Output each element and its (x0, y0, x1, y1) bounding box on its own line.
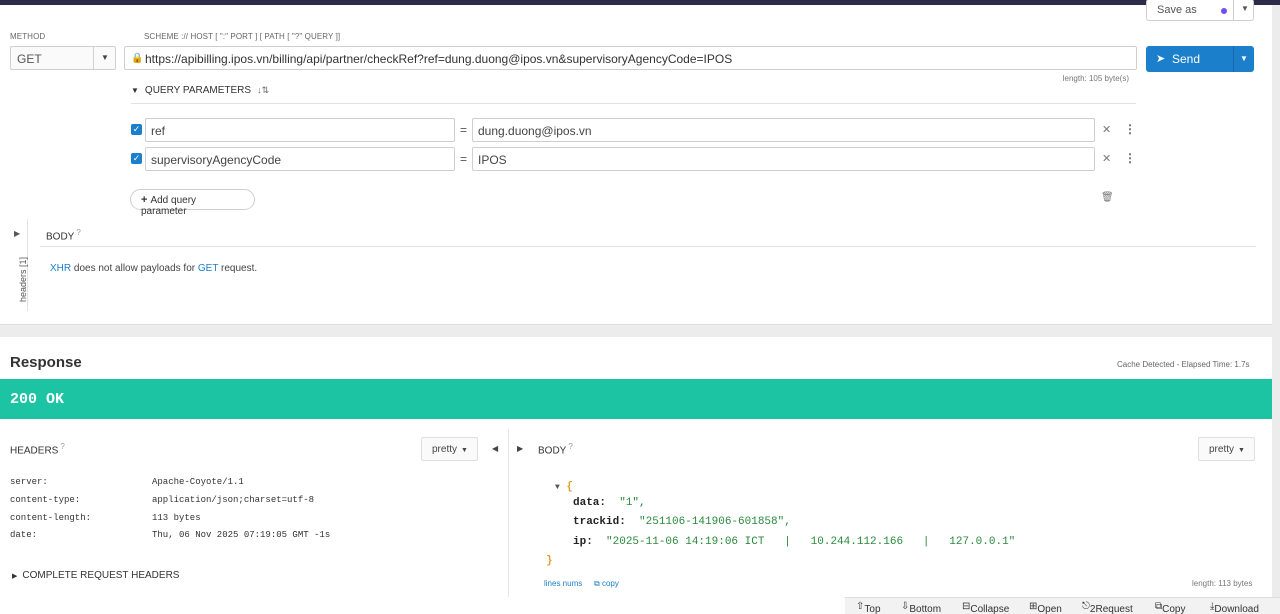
header-key: content-length: (10, 513, 92, 523)
sort-icon[interactable]: ↓⇅ (257, 85, 269, 95)
equals-sign: = (460, 123, 468, 137)
json-close: } (546, 555, 553, 567)
send-label: Send (1172, 52, 1201, 66)
add-param-label: Add query parameter (141, 195, 197, 217)
param-value-input[interactable]: IPOS (472, 147, 1095, 171)
json-collapse-icon[interactable]: ▼ (555, 483, 560, 492)
status-dot-icon (1221, 8, 1227, 14)
copy-icon: ⧉ (594, 579, 600, 588)
send-options-chevron-icon[interactable]: ▼ (1240, 54, 1248, 63)
json-open[interactable]: ▼ { (555, 481, 573, 493)
header-key: date: (10, 530, 38, 540)
divider (40, 246, 1256, 247)
line-numbers-toggle[interactable]: lines nums (544, 579, 582, 588)
headers-pretty-dropdown[interactable]: pretty ▼ (421, 437, 478, 461)
query-params-label: QUERY PARAMETERS (144, 85, 252, 96)
download-button[interactable]: ⤓ Download (1210, 601, 1259, 614)
url-input[interactable]: 🔒 https://apibilling.ipos.vn/billing/api… (124, 46, 1137, 70)
help-icon[interactable]: ? (76, 228, 80, 237)
bottom-button[interactable]: ⇩ Bottom (901, 601, 941, 614)
param-name-input[interactable]: ref (145, 118, 455, 142)
param-enabled-checkbox[interactable]: ✓ (131, 153, 142, 164)
url-value: https://apibilling.ipos.vn/billing/api/p… (145, 52, 733, 66)
add-query-parameter-button[interactable]: + Add query parameter (130, 189, 255, 217)
more-options-icon[interactable]: ⋮ (1124, 122, 1136, 136)
remove-param-icon[interactable]: ✕ (1102, 123, 1111, 136)
url-length-note: length: 105 byte(s) (1062, 74, 1129, 83)
param-value-input[interactable]: dung.duong@ipos.vn (472, 118, 1095, 142)
top-button[interactable]: ⇧ Top (856, 601, 881, 614)
query-params-toggle[interactable]: ▼ QUERY PARAMETERS ↓⇅ (131, 85, 269, 96)
equals-sign: = (460, 152, 468, 166)
request-panel: METHOD SCHEME :// HOST [ ":" PORT ] [ PA… (0, 0, 1272, 325)
to-request-button[interactable]: ⎋ 2Request (1082, 601, 1133, 614)
save-as-label: Save as (1157, 4, 1197, 16)
caret-right-icon: ▶ (12, 573, 18, 580)
query-param-row: ✓ supervisoryAgencyCode = IPOS ✕ ⋮ (131, 147, 1141, 171)
method-label: METHOD (10, 32, 46, 41)
body-length-note: length: 113 bytes (1192, 579, 1253, 588)
response-headers-label: HEADERS? (10, 442, 65, 457)
request-body-label: BODY? (46, 228, 81, 243)
collapse-right-icon[interactable]: ▶ (517, 444, 523, 453)
remove-param-icon[interactable]: ✕ (1102, 152, 1111, 165)
header-value: Thu, 06 Nov 2025 07:19:05 GMT -1s (152, 530, 331, 540)
status-text: 200 OK (10, 391, 65, 408)
help-icon[interactable]: ? (568, 442, 572, 451)
divider (131, 103, 1136, 104)
chevron-down-icon: ▼ (461, 447, 468, 454)
chevron-down-icon[interactable]: ▼ (1241, 4, 1249, 13)
chevron-down-icon: ▼ (1238, 447, 1245, 454)
response-panel: Response Cache Detected - Elapsed Time: … (0, 337, 1272, 614)
cache-note: Cache Detected - Elapsed Time: 1.7s (1117, 360, 1250, 369)
method-value: GET (17, 52, 42, 66)
header-value: 113 bytes (152, 513, 201, 523)
caret-down-icon: ▼ (131, 86, 139, 95)
response-body-label: BODY? (538, 442, 573, 457)
caret-right-icon: ▶ (14, 229, 21, 238)
lock-icon: 🔒 (131, 53, 144, 64)
copy-button[interactable]: ⧉ Copy (1155, 601, 1186, 614)
bottom-toolbar: ⇧ Top ⇩ Bottom ⊟ Collapse ⊞ Open ⎋ 2Requ… (845, 597, 1280, 614)
trash-icon[interactable]: 🗑 (1101, 192, 1114, 203)
body-pretty-dropdown[interactable]: pretty ▼ (1198, 437, 1255, 461)
copy-body-link[interactable]: ⧉ copy (594, 579, 619, 589)
scheme-label: SCHEME :// HOST [ ":" PORT ] [ PATH [ "?… (144, 32, 341, 41)
send-button[interactable]: ➤ Send ▼ (1146, 46, 1254, 72)
query-param-row: ✓ ref = dung.duong@ipos.vn ✕ ⋮ (131, 118, 1141, 142)
send-arrow-icon: ➤ (1156, 53, 1166, 65)
plus-icon: + (141, 194, 148, 206)
param-enabled-checkbox[interactable]: ✓ (131, 124, 142, 135)
headers-side-label: headers [1] (18, 256, 28, 302)
json-field: data: "1", (573, 497, 646, 509)
xhr-note: XHR does not allow payloads for GET requ… (50, 263, 258, 274)
more-options-icon[interactable]: ⋮ (1124, 151, 1136, 165)
complete-request-headers-toggle[interactable]: ▶ COMPLETE REQUEST HEADERS (12, 570, 179, 581)
response-title: Response (10, 354, 82, 371)
header-value: Apache-Coyote/1.1 (152, 477, 244, 487)
collapse-button[interactable]: ⊟ Collapse (962, 601, 1009, 614)
method-select[interactable]: GET ▼ (10, 46, 116, 70)
status-bar: 200 OK (0, 379, 1272, 419)
header-value: application/json;charset=utf-8 (152, 495, 315, 505)
open-button[interactable]: ⊞ Open (1029, 601, 1062, 614)
json-field: ip: "2025-11-06 14:19:06 ICT | 10.244.11… (573, 536, 1016, 548)
param-name-input[interactable]: supervisoryAgencyCode (145, 147, 455, 171)
header-key: content-type: (10, 495, 81, 505)
chevron-down-icon: ▼ (101, 53, 109, 62)
split-divider[interactable] (508, 429, 509, 597)
save-as-button[interactable]: Save as ▼ (1146, 0, 1254, 21)
headers-side-tab[interactable]: ▶ headers [1] (0, 219, 28, 311)
collapse-left-icon[interactable]: ◀ (492, 444, 498, 453)
header-key: server: (10, 477, 48, 487)
json-field: trackid: "251106-141906-601858", (573, 516, 791, 528)
help-icon[interactable]: ? (60, 442, 64, 451)
